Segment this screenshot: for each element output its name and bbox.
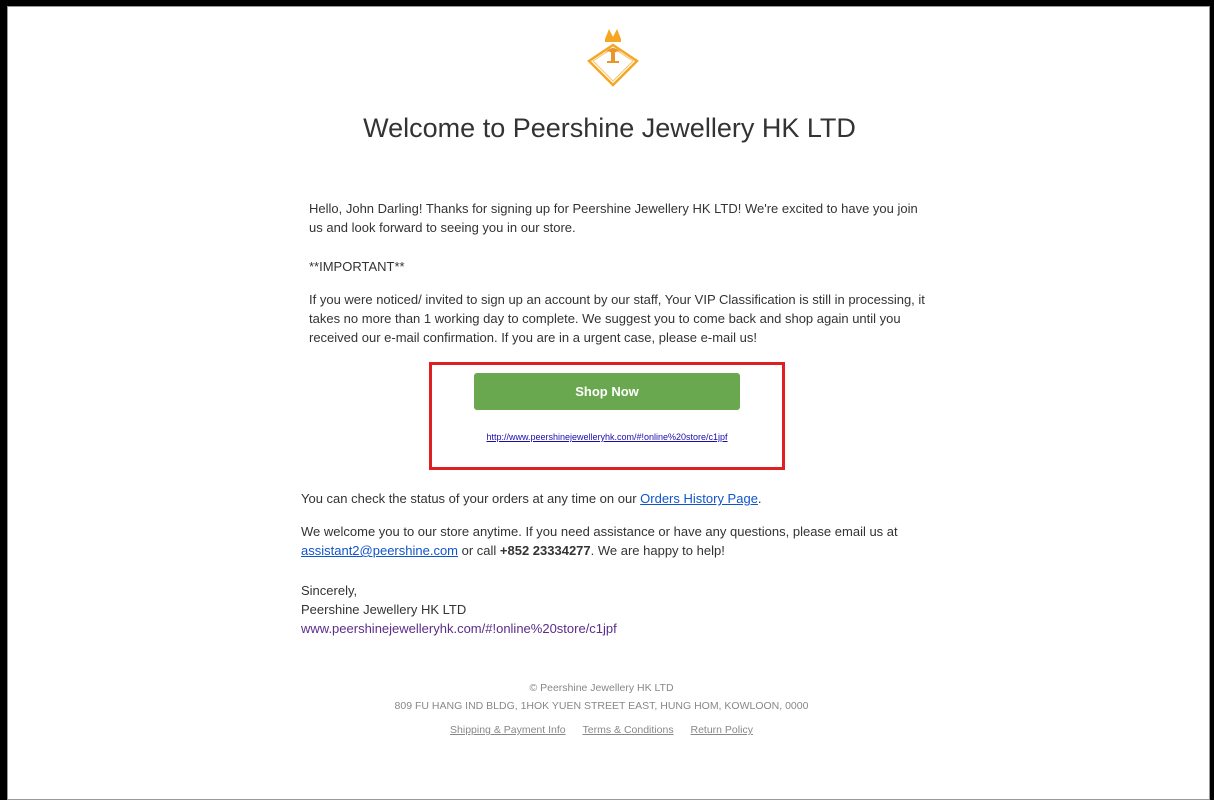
important-paragraph: If you were noticed/ invited to sign up … xyxy=(309,292,925,345)
greeting-paragraph: Hello, John Darling! Thanks for signing … xyxy=(309,201,918,235)
signoff-block: Sincerely, Peershine Jewellery HK LTD ww… xyxy=(301,581,941,638)
footer-link-shipping[interactable]: Shipping & Payment Info xyxy=(450,724,566,736)
footer-copyright: © Peershine Jewellery HK LTD xyxy=(529,682,674,694)
crown-diamond-logo-icon xyxy=(587,29,639,87)
assistance-text-1: We welcome you to our store anytime. If … xyxy=(301,524,898,539)
phone-number: +852 23334277 xyxy=(499,543,591,558)
orders-paragraph: You can check the status of your orders … xyxy=(301,489,941,508)
important-label: **IMPORTANT** xyxy=(309,259,405,274)
footer-link-terms[interactable]: Terms & Conditions xyxy=(583,724,674,736)
signoff-line-2: Peershine Jewellery HK LTD xyxy=(301,602,467,617)
footer-link-return-policy[interactable]: Return Policy xyxy=(691,724,753,736)
footer-info: © Peershine Jewellery HK LTD 809 FU HANG… xyxy=(0,679,1203,715)
assistance-paragraph: We welcome you to our store anytime. If … xyxy=(301,522,941,560)
page-title: Welcome to Peershine Jewellery HK LTD xyxy=(363,113,856,143)
footer-links: Shipping & Payment Info Terms & Conditio… xyxy=(0,724,1203,736)
store-url-link[interactable]: http://www.peershinejewelleryhk.com/#!on… xyxy=(429,432,785,442)
footer-address: 809 FU HANG IND BLDG, 1HOK YUEN STREET E… xyxy=(394,700,809,712)
assistance-text-3: . We are happy to help! xyxy=(590,543,725,558)
email-link[interactable]: assistant2@peershine.com xyxy=(301,543,458,558)
signoff-line-1: Sincerely, xyxy=(301,583,358,598)
orders-prefix: You can check the status of your orders … xyxy=(301,491,641,506)
orders-history-link[interactable]: Orders History Page xyxy=(640,491,758,506)
shop-now-button[interactable]: Shop Now xyxy=(474,373,740,410)
assistance-text-2: or call xyxy=(458,543,500,558)
signoff-url[interactable]: www.peershinejewelleryhk.com/#!online%20… xyxy=(301,619,941,638)
orders-suffix: . xyxy=(757,491,762,506)
